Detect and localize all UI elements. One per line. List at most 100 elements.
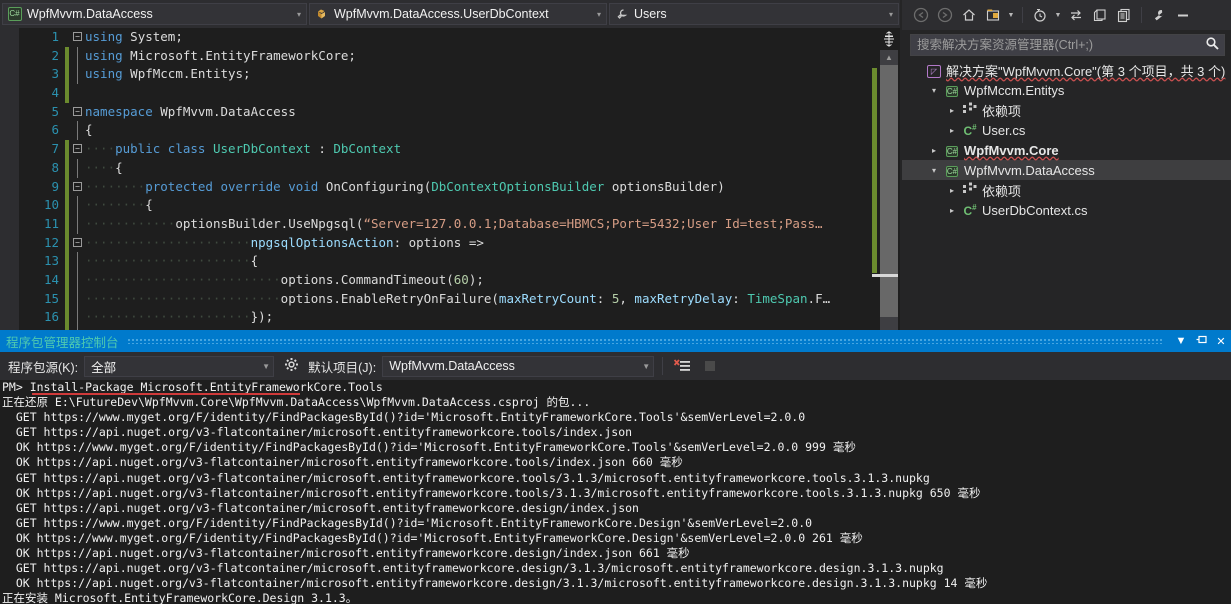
- type-selector-dropdown[interactable]: WpfMvvm.DataAccess.UserDbContext ▾: [309, 3, 607, 25]
- editor-line[interactable]: 11 ············optionsBuilder.UseNpgsql(“…: [19, 214, 900, 234]
- expander-open-icon[interactable]: ▾: [926, 166, 942, 175]
- project-selector-dropdown[interactable]: C# WpfMvvm.DataAccess ▾: [2, 3, 307, 25]
- editor-line[interactable]: 8 ····{: [19, 158, 900, 178]
- title-drag-dots: [126, 338, 1163, 344]
- collapse-minus-icon[interactable]: −: [73, 32, 82, 41]
- forward-button[interactable]: [934, 4, 956, 26]
- gear-icon[interactable]: [280, 357, 302, 375]
- refresh-button[interactable]: [1089, 4, 1111, 26]
- fold-guide-line: [77, 65, 78, 85]
- close-button[interactable]: ✕: [1211, 335, 1231, 348]
- code-text: ········protected override void OnConfig…: [85, 178, 725, 194]
- dropdown-menu-button[interactable]: ▼: [1171, 335, 1191, 347]
- line-number: 14: [43, 271, 59, 287]
- code-text: ······················{: [85, 253, 259, 269]
- pending-changes-filter-button[interactable]: [982, 4, 1004, 26]
- line-number: 1: [51, 29, 59, 44]
- expander-closed-icon[interactable]: ▸: [944, 106, 960, 115]
- editor-line[interactable]: 1 − using System;: [19, 28, 900, 47]
- editor-line[interactable]: 16 ······················});: [19, 308, 900, 328]
- solution-tree-item[interactable]: ▸ C# WpfMvvm.Core: [902, 140, 1231, 160]
- pmc-toolbar-divider: [662, 357, 664, 375]
- solution-tree-item[interactable]: ◸ 解决方案"WpfMvvm.Core"(第 3 个项目，共 3 个): [902, 60, 1231, 80]
- expander-open-icon[interactable]: ▾: [926, 86, 942, 95]
- collapse-minus-icon[interactable]: −: [73, 237, 82, 247]
- split-view-icon[interactable]: [878, 28, 900, 50]
- dependencies-icon: [960, 182, 980, 198]
- editor-line[interactable]: 6{: [19, 121, 900, 141]
- stop-icon[interactable]: [699, 360, 721, 372]
- fold-guide-line: [77, 158, 78, 178]
- changed-line-indicator: [65, 214, 69, 234]
- pin-button[interactable]: [1191, 333, 1211, 349]
- code-text: ··························options.Enable…: [85, 290, 831, 306]
- expander-closed-icon[interactable]: ▸: [926, 146, 942, 155]
- editor-line[interactable]: 10 ········{: [19, 196, 900, 216]
- code-text: ······················});: [85, 309, 274, 325]
- code-text: namespace WpfMvvm.DataAccess: [85, 103, 296, 119]
- editor-text-area[interactable]: 1− using System; 2 using Microsoft.EntityFr…: [19, 28, 900, 330]
- pending-changes-caret-icon[interactable]: ▼: [1006, 4, 1016, 26]
- scrollbar-thumb[interactable]: [880, 65, 898, 317]
- editor-line[interactable]: 14 ··························options.Comm…: [19, 270, 900, 290]
- clear-console-icon[interactable]: [671, 358, 693, 374]
- line-number: 8: [51, 159, 59, 175]
- search-icon[interactable]: [1200, 36, 1224, 54]
- back-button[interactable]: [910, 4, 932, 26]
- code-text: using System;: [85, 29, 183, 44]
- editor-vertical-scrollbar[interactable]: ▲: [872, 50, 898, 330]
- line-number: 4: [51, 85, 59, 101]
- package-source-dropdown[interactable]: 全部 ▼: [84, 355, 275, 377]
- collapse-minus-icon[interactable]: −: [73, 106, 82, 116]
- collapse-minus-icon[interactable]: −: [73, 181, 82, 191]
- solution-tree-item[interactable]: ▾ C# WpfMvvm.DataAccess: [902, 160, 1231, 180]
- line-number: 7: [51, 141, 59, 157]
- editor-line[interactable]: 4: [19, 84, 900, 103]
- fold-guide-line: [77, 308, 78, 328]
- show-all-files-button[interactable]: [1029, 4, 1051, 26]
- default-project-dropdown[interactable]: WpfMvvm.DataAccess ▼: [382, 355, 655, 377]
- solution-tree-item[interactable]: ▸ C# User.cs: [902, 120, 1231, 140]
- solution-icon: ◸: [924, 62, 944, 78]
- code-text: ··························options.Comman…: [85, 271, 484, 287]
- solution-tree-item[interactable]: ▾ C# WpfMccm.Entitys: [902, 80, 1231, 100]
- properties-button[interactable]: [1148, 4, 1170, 26]
- collapse-all-button[interactable]: [1113, 4, 1135, 26]
- chevron-down-icon: ▾: [596, 9, 601, 19]
- editor-line[interactable]: 13 ······················{: [19, 252, 900, 272]
- member-selector-dropdown[interactable]: Users ▾: [609, 3, 899, 25]
- expander-closed-icon[interactable]: ▸: [944, 186, 960, 195]
- fold-guide-line: [77, 270, 78, 290]
- search-input[interactable]: [911, 38, 1200, 52]
- csharp-project-icon: C#: [945, 146, 959, 157]
- solution-explorer-search[interactable]: [910, 34, 1225, 56]
- pmc-title-bar: 程序包管理器控制台 ▼ ✕: [0, 330, 1231, 352]
- editor-line[interactable]: 12 − ······················npgsqlOptionsAc…: [19, 233, 900, 253]
- solution-tree-item[interactable]: ▸ C# UserDbContext.cs: [902, 200, 1231, 220]
- console-output[interactable]: PM> Install-Package Microsoft.EntityFram…: [0, 380, 1231, 604]
- collapse-minus-icon[interactable]: −: [73, 144, 82, 154]
- scroll-up-arrow-icon[interactable]: ▲: [880, 50, 898, 65]
- code-editor[interactable]: 1− using System; 2 using Microsoft.EntityFr…: [0, 28, 900, 330]
- preview-selected-items-button[interactable]: [1172, 4, 1194, 26]
- expander-closed-icon[interactable]: ▸: [944, 206, 960, 215]
- pmc-toolbar: 程序包源(K): 全部 ▼ 默认项目(J): WpfMvvm.DataAcces…: [0, 352, 1231, 380]
- editor-line[interactable]: 7 − ····public class UserDbContext : DbCon…: [19, 140, 900, 159]
- editor-line[interactable]: 5 − namespace WpfMvvm.DataAccess: [19, 103, 900, 122]
- solution-tree-item[interactable]: ▸ 依赖项: [902, 100, 1231, 120]
- line-number: 5: [51, 103, 59, 119]
- solution-tree-item-label: User.cs: [982, 122, 1026, 138]
- expander-closed-icon[interactable]: ▸: [944, 126, 960, 135]
- editor-line[interactable]: 3 using WpfMccm.Entitys;: [19, 65, 900, 85]
- editor-line[interactable]: 15 ··························options.Enab…: [19, 289, 900, 309]
- editor-line[interactable]: 9 − ········protected override void OnConf…: [19, 177, 900, 197]
- home-button[interactable]: [958, 4, 980, 26]
- console-line: OK https://api.nuget.org/v3-flatcontaine…: [2, 485, 981, 500]
- line-number: 16: [43, 309, 59, 325]
- sync-with-active-document-button[interactable]: [1065, 4, 1087, 26]
- editor-line[interactable]: 2 using Microsoft.EntityFrameworkCore;: [19, 46, 900, 66]
- solution-tree-item[interactable]: ▸ 依赖项: [902, 180, 1231, 200]
- solution-tree[interactable]: ◸ 解决方案"WpfMvvm.Core"(第 3 个项目，共 3 个) ▾ C# Wpf…: [902, 60, 1231, 220]
- csharp-project-icon: C#: [945, 166, 959, 177]
- show-all-files-caret-icon[interactable]: ▼: [1053, 4, 1063, 26]
